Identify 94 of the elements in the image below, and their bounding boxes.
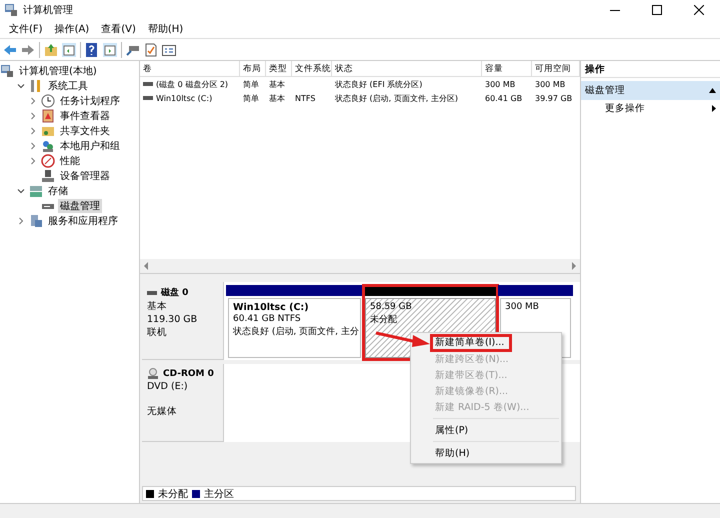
disk-detail: DVD (E:): [147, 381, 189, 392]
tree-item[interactable]: 性能: [58, 154, 82, 168]
table-cell: 基本: [269, 78, 285, 90]
menu-item[interactable]: 帮助(H): [142, 21, 188, 37]
table-cell: 39.97 GB: [535, 94, 572, 102]
node-icon: [29, 184, 43, 198]
table-cell: Win10ltsc (C:): [156, 94, 212, 102]
node-icon: [29, 214, 43, 228]
tree-item[interactable]: 服务和应用程序: [46, 214, 120, 228]
node-icon: [41, 154, 55, 168]
node-icon: [41, 138, 55, 152]
action-label: 更多操作: [605, 102, 645, 115]
table-cell: 简单: [243, 78, 259, 90]
expand-icon[interactable]: [29, 126, 37, 134]
list-icon[interactable]: [162, 42, 176, 56]
table-cell: 状态良好 (启动, 页面文件, 主分区): [335, 92, 458, 104]
close-icon[interactable]: [694, 5, 704, 15]
maximize-icon[interactable]: [652, 5, 662, 15]
forward-icon[interactable]: [21, 42, 35, 56]
table-cell: NTFS: [295, 94, 316, 102]
partition-detail: 未分配: [370, 314, 398, 326]
menu-item[interactable]: 查看(V): [96, 21, 141, 37]
context-menu-item[interactable]: 属性(P): [411, 422, 561, 438]
legend-label: 未分配: [158, 488, 188, 500]
panel-icon[interactable]: [62, 42, 76, 56]
table-cell: 300 MB: [485, 80, 516, 88]
partition-detail: 60.41 GB NTFS: [233, 314, 302, 324]
disk-detail: 基本: [147, 300, 168, 313]
partition-block[interactable]: Win10ltsc (C:) 60.41 GB NTFS 状态良好 (启动, 页面文件, 主分: [228, 298, 361, 358]
section-label: 磁盘管理: [585, 84, 625, 97]
menu-item[interactable]: 文件(F): [4, 21, 48, 37]
submenu-arrow-icon: [712, 105, 716, 112]
back-icon[interactable]: [3, 42, 17, 56]
column-header[interactable]: 容量: [482, 61, 532, 76]
collapse-icon[interactable]: [17, 82, 25, 90]
partition-title: Win10ltsc (C:): [233, 302, 310, 313]
disk-detail: 联机: [147, 326, 168, 339]
tree-item[interactable]: 存储: [46, 184, 70, 198]
expand-icon[interactable]: [29, 96, 37, 104]
document-check-icon[interactable]: [144, 42, 158, 56]
horizontal-scrollbar[interactable]: [140, 259, 580, 273]
help-icon[interactable]: [85, 42, 99, 56]
tree-item[interactable]: 计算机管理(本地): [17, 64, 99, 78]
disk-name: CD-ROM 0: [163, 369, 214, 379]
column-header[interactable]: 类型: [266, 61, 292, 76]
disk-name: 磁盘 0: [161, 286, 188, 299]
column-header[interactable]: 布局: [240, 61, 266, 76]
pane-title: 操作: [581, 61, 720, 78]
menu-item[interactable]: 操作(A): [50, 21, 94, 37]
cd-drive-icon: [147, 368, 159, 380]
folder-up-icon[interactable]: [44, 42, 58, 56]
scroll-left-icon[interactable]: [143, 262, 149, 270]
tree-item[interactable]: 磁盘管理: [58, 198, 102, 212]
table-cell: (磁盘 0 磁盘分区 2): [156, 78, 228, 90]
node-icon: [29, 78, 43, 92]
column-header[interactable]: 可用空间: [532, 61, 580, 76]
expand-icon[interactable]: [29, 142, 37, 150]
scroll-right-icon[interactable]: [571, 262, 577, 270]
collapse-icon[interactable]: [17, 186, 25, 194]
tree-item[interactable]: 共享文件夹: [58, 124, 112, 138]
tree-item[interactable]: 事件查看器: [58, 108, 112, 122]
tree-item[interactable]: 任务计划程序: [58, 94, 122, 108]
expand-icon[interactable]: [17, 216, 25, 224]
action-item[interactable]: 更多操作: [581, 100, 720, 117]
tree-item[interactable]: 设备管理器: [58, 168, 112, 182]
table-cell: 基本: [269, 92, 285, 104]
app-icon: [4, 3, 18, 17]
expand-icon[interactable]: [29, 156, 37, 164]
expand-icon[interactable]: [29, 112, 37, 120]
partition-detail: 300 MB: [505, 302, 540, 312]
column-header[interactable]: 状态: [332, 61, 482, 76]
tree-item[interactable]: 系统工具: [46, 78, 90, 92]
table-cell: 状态良好 (EFI 系统分区): [335, 78, 422, 90]
window-title: 计算机管理: [23, 4, 74, 17]
legend-label: 主分区: [204, 488, 234, 500]
partition-detail: 状态良好 (启动, 页面文件, 主分: [233, 326, 356, 338]
annotation-arrow: [375, 330, 431, 348]
node-icon: [41, 94, 55, 108]
disk-detail: 无媒体: [147, 405, 178, 418]
column-header[interactable]: 文件系统: [292, 61, 332, 76]
partition-detail: 58.59 GB: [370, 302, 413, 312]
action-section[interactable]: 磁盘管理: [581, 81, 720, 100]
node-icon: [41, 108, 55, 122]
table-cell: 简单: [243, 92, 259, 104]
disk-detail: 119.30 GB: [147, 314, 198, 325]
context-menu-item[interactable]: 帮助(H): [411, 445, 561, 461]
collapse-icon[interactable]: [709, 88, 716, 93]
panel-icon[interactable]: [103, 42, 117, 56]
table-cell: 300 MB: [535, 80, 566, 88]
node-icon: [0, 64, 14, 78]
node-icon: [41, 168, 55, 182]
column-header[interactable]: 卷: [140, 61, 240, 76]
table-cell: 60.41 GB: [485, 94, 522, 102]
tree-item[interactable]: 本地用户和组: [58, 138, 122, 152]
